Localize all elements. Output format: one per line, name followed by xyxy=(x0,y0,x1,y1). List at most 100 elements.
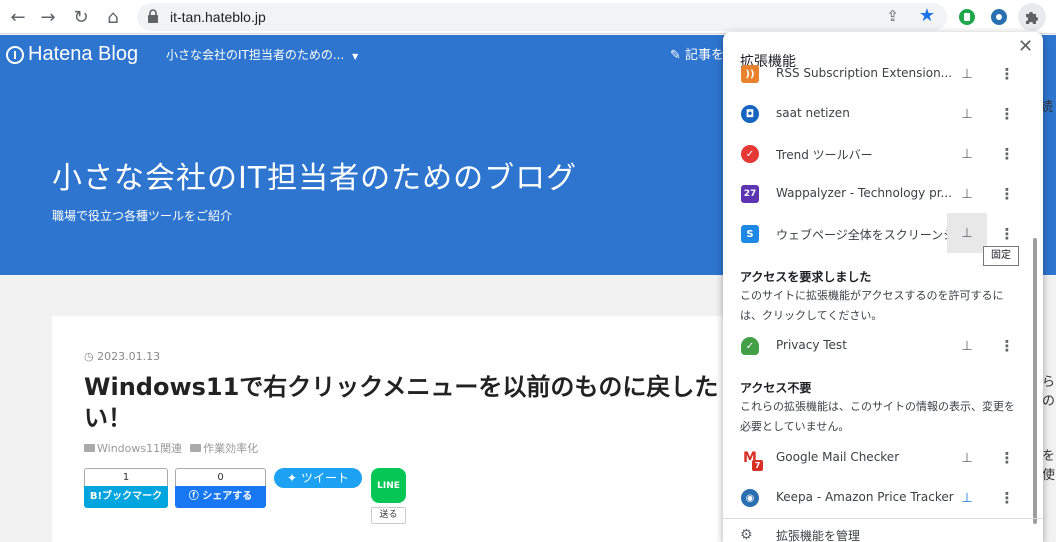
facebook-share-button[interactable]: 0 ⓕ シェアする xyxy=(175,468,266,508)
hatena-logo-icon xyxy=(6,45,24,64)
tweet-label: ツイート xyxy=(300,471,349,485)
tweet-button[interactable]: ✦ ツイート xyxy=(274,468,362,488)
post-categories: Windows11関連 作業効率化 xyxy=(84,440,258,456)
pin-icon[interactable]: ⊥ xyxy=(947,441,987,475)
pin-icon[interactable]: ⊥ xyxy=(947,213,987,253)
category-label: 作業効率化 xyxy=(203,442,259,455)
category-link[interactable]: Windows11関連 xyxy=(84,440,182,456)
extension-name: Wappalyzer - Technology pr... xyxy=(776,186,952,200)
facebook-icon: ⓕ xyxy=(188,491,199,502)
clock-icon: ◷ xyxy=(84,350,94,363)
more-vert-icon[interactable]: ⋮ xyxy=(999,329,1015,363)
pin-tooltip: 固定 xyxy=(983,246,1019,266)
home-icon[interactable]: ⌂ xyxy=(101,5,125,29)
extension-name: RSS Subscription Extension... xyxy=(776,66,953,80)
pin-icon[interactable]: ⊥ xyxy=(947,329,987,363)
extension-item[interactable]: ✓ Trend ツールバー ⊥ ⋮ xyxy=(723,137,1033,171)
pin-icon[interactable]: ⊥ xyxy=(947,57,987,91)
share-icon[interactable]: ⇪ xyxy=(886,7,899,25)
facebook-share-count: 0 xyxy=(175,468,266,486)
wappalyzer-icon: 27 xyxy=(741,185,759,203)
address-bar[interactable]: it-tan.hateblo.jp ⇪ ★ xyxy=(137,3,947,31)
request-access-description: このサイトに拡張機能がアクセスするのを許可するには、クリックしてください。 xyxy=(740,289,1004,322)
post-date: ◷ 2023.01.13 xyxy=(84,350,160,363)
blog-description: 職場で役立つ各種ツールをご紹介 xyxy=(52,209,233,223)
no-access-heading: アクセス不要 xyxy=(740,381,812,395)
manage-extensions-label: 拡張機能を管理 xyxy=(776,529,861,542)
extension-name: saat netizen xyxy=(776,106,850,120)
extension-name: Trend ツールバー xyxy=(776,148,873,162)
manage-extensions-row[interactable]: ⚙ 拡張機能を管理 xyxy=(723,518,1043,542)
category-label: Windows11関連 xyxy=(97,442,183,455)
extension-name: Keepa - Amazon Price Tracker xyxy=(776,490,954,504)
sidebar-fragment: らの xyxy=(1042,375,1056,409)
gmail-icon: M7 xyxy=(741,449,763,471)
extensions-popup: 拡張機能 ✕ )) RSS Subscription Extension... … xyxy=(723,32,1043,542)
more-vert-icon[interactable]: ⋮ xyxy=(999,97,1015,131)
extension-badge: 7 xyxy=(752,460,763,471)
edit-icon: ✎ xyxy=(670,48,681,63)
more-vert-icon[interactable]: ⋮ xyxy=(999,137,1015,171)
more-vert-icon[interactable]: ⋮ xyxy=(999,481,1015,515)
url-text[interactable]: it-tan.hateblo.jp xyxy=(170,9,266,25)
line-icon[interactable]: LINE xyxy=(371,468,406,503)
pinned-icon[interactable]: ⊥ xyxy=(947,481,987,515)
line-send-button[interactable]: 送る xyxy=(371,507,406,524)
folder-icon xyxy=(84,444,95,452)
folder-icon xyxy=(190,444,202,452)
extension-item[interactable]: ◘ saat netizen ⊥ ⋮ xyxy=(723,97,1033,131)
blog-selector[interactable]: 小さな会社のIT担当者のための... ▼ xyxy=(166,46,358,63)
extension-item[interactable]: ✓ Privacy Test ⊥ ⋮ xyxy=(723,329,1033,363)
extensions-scrollbar[interactable] xyxy=(1033,238,1037,524)
hatena-blog-logo[interactable]: Hatena Blog xyxy=(6,43,138,66)
facebook-label-text: シェアする xyxy=(202,491,253,502)
trend-icon: ✓ xyxy=(741,145,759,163)
request-access-heading: アクセスを要求しました xyxy=(740,270,872,284)
twitter-bird-icon: ✦ xyxy=(287,471,298,485)
hatena-bookmark-label: B!ブックマーク xyxy=(84,486,168,508)
extension-item[interactable]: ◉ Keepa - Amazon Price Tracker ⊥ ⋮ xyxy=(723,481,1033,515)
facebook-share-label: ⓕ シェアする xyxy=(175,486,266,508)
blog-title[interactable]: 小さな会社のIT担当者のためのブログ xyxy=(52,153,577,197)
shield-check-icon: ✓ xyxy=(741,337,759,355)
post-title[interactable]: Windows11で右クリックメニューを以前のものに戻したい！ xyxy=(84,372,724,434)
more-vert-icon[interactable]: ⋮ xyxy=(999,57,1015,91)
edit-link-label: 記事を xyxy=(685,48,725,63)
extension-name: Privacy Test xyxy=(776,338,847,352)
screenshot-icon: S xyxy=(741,225,759,243)
more-vert-icon[interactable]: ⋮ xyxy=(999,441,1015,475)
keepa-icon: ◉ xyxy=(741,489,759,507)
reload-icon[interactable]: ↻ xyxy=(69,5,93,29)
line-icon-label: LINE xyxy=(377,480,400,491)
forward-arrow-icon[interactable]: → xyxy=(36,5,60,29)
pin-icon[interactable]: ⊥ xyxy=(947,137,987,171)
dropdown-triangle-icon: ▼ xyxy=(352,52,359,61)
star-icon[interactable]: ★ xyxy=(919,5,935,26)
logo-text: Hatena Blog xyxy=(28,43,139,65)
back-arrow-icon[interactable]: ← xyxy=(6,5,30,29)
pin-icon[interactable]: ⊥ xyxy=(947,177,987,211)
blog-selector-label: 小さな会社のIT担当者のための... xyxy=(166,48,345,62)
close-icon[interactable]: ✕ xyxy=(1018,36,1033,57)
no-access-description: これらの拡張機能は、このサイトの情報の表示、変更を必要としていません。 xyxy=(740,400,1015,433)
extension-item[interactable]: 27 Wappalyzer - Technology pr... ⊥ ⋮ xyxy=(723,177,1033,211)
extension-privacy-icon[interactable] xyxy=(955,5,979,29)
lock-icon[interactable] xyxy=(147,9,159,24)
extension-puzzle-icon[interactable] xyxy=(1018,3,1046,31)
browser-toolbar: ← → ↻ ⌂ it-tan.hateblo.jp ⇪ ★ xyxy=(0,0,1056,34)
sidebar-fragment: を使 xyxy=(1042,449,1056,483)
extension-item[interactable]: )) RSS Subscription Extension... ⊥ ⋮ xyxy=(723,57,1033,91)
extension-keepa-icon[interactable] xyxy=(987,5,1011,29)
extension-item[interactable]: M7 Google Mail Checker ⊥ ⋮ xyxy=(723,441,1033,475)
rss-icon: )) xyxy=(741,65,759,83)
hatena-bookmark-count: 1 xyxy=(84,468,168,486)
more-vert-icon[interactable]: ⋮ xyxy=(999,177,1015,211)
gear-icon: ⚙ xyxy=(740,527,753,542)
pin-icon[interactable]: ⊥ xyxy=(947,97,987,131)
article-card: ◷ 2023.01.13 Windows11で右クリックメニューを以前のものに戻… xyxy=(52,316,752,542)
lock-badge-icon: ◘ xyxy=(741,105,759,123)
edit-article-link[interactable]: ✎ 記事を xyxy=(670,44,724,63)
category-link[interactable]: 作業効率化 xyxy=(190,440,258,456)
extension-name: Google Mail Checker xyxy=(776,450,900,464)
hatena-bookmark-button[interactable]: 1 B!ブックマーク xyxy=(84,468,168,508)
